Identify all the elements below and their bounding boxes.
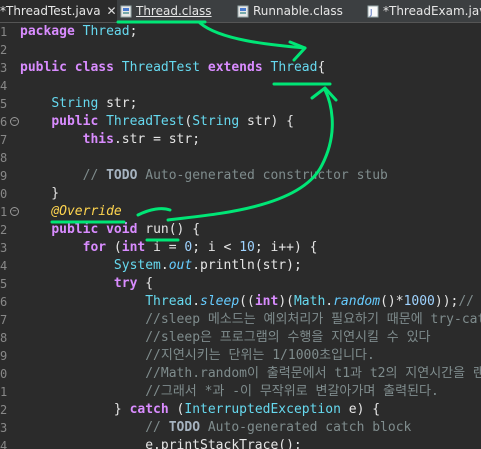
tab-threadtest-java[interactable]: *ThreadTest.java ✕ bbox=[0, 0, 117, 22]
code-line[interactable]: 2 bbox=[0, 41, 481, 59]
code-line[interactable]: 2 public void run() { bbox=[0, 221, 481, 239]
code-line[interactable]: 7 //sleep 메소드는 예외처리가 필요하기 때문에 try-catch문 bbox=[0, 311, 481, 329]
code-text: Thread.sleep((int)(Math.random()*1000));… bbox=[145, 294, 475, 309]
line-number: 2 bbox=[0, 223, 8, 237]
code-text: for (int i = 0; i < 10; i++) { bbox=[82, 240, 318, 255]
code-text: try { bbox=[113, 276, 154, 291]
line-number: 2 bbox=[0, 403, 8, 417]
tab-runnable-class[interactable]: Runnable.class bbox=[237, 0, 343, 22]
code-line[interactable]: 3 // TODO Auto-generated catch block bbox=[0, 419, 481, 437]
code-text: //sleep 메소드는 예외처리가 필요하기 때문에 try-catch문 bbox=[145, 312, 481, 327]
code-line[interactable]: 1− @Override bbox=[0, 203, 481, 221]
code-text: public void run() { bbox=[51, 222, 201, 237]
code-text: e.printStackTrace(); bbox=[20, 438, 302, 449]
line-number: 8 bbox=[0, 331, 8, 345]
class-file-icon bbox=[120, 5, 132, 18]
line-number: 0 bbox=[0, 187, 8, 201]
code-text: //sleep은 프로그램의 수행을 지연시킬 수 있다 bbox=[145, 330, 431, 345]
code-line[interactable]: 3 public class ThreadTest extends Thread{ bbox=[0, 59, 481, 77]
code-line[interactable]: 5 try { bbox=[0, 275, 481, 293]
fold-toggle-icon[interactable]: − bbox=[10, 117, 19, 126]
code-text: //지연시키는 단위는 1/1000초입니다. bbox=[145, 348, 375, 363]
code-editor[interactable]: 1 package Thread; 2 3 public class ThreadTes… bbox=[0, 23, 481, 449]
code-line[interactable]: 6− public ThreadTest(String str) { bbox=[0, 113, 481, 131]
line-number: 1 bbox=[0, 385, 8, 399]
fold-toggle-icon[interactable]: − bbox=[10, 207, 19, 216]
code-text: // TODO Auto-generated constructor stub bbox=[82, 168, 388, 183]
code-line[interactable]: 1 //그래서 *과 -이 무작위로 변갈아가며 출력된다. bbox=[0, 383, 481, 401]
code-line[interactable]: 4 e.printStackTrace(); bbox=[0, 437, 481, 449]
code-line[interactable]: 1 package Thread; bbox=[0, 23, 481, 41]
line-number: 6 bbox=[0, 295, 8, 309]
code-line[interactable]: 8 bbox=[0, 149, 481, 167]
line-number: 5 bbox=[0, 277, 8, 291]
code-text: System.out.println(str); bbox=[113, 258, 302, 273]
java-file-icon: J bbox=[367, 5, 379, 18]
tab-label: *ThreadTest.java bbox=[0, 4, 101, 18]
line-number: 8 bbox=[0, 151, 8, 165]
line-number: 9 bbox=[0, 169, 8, 183]
line-number: 5 bbox=[0, 97, 8, 111]
line-number: 2 bbox=[0, 43, 8, 57]
line-number: 3 bbox=[0, 61, 8, 75]
code-line[interactable]: 5 String str; bbox=[0, 95, 481, 113]
code-line[interactable]: 8 //sleep은 프로그램의 수행을 지연시킬 수 있다 bbox=[0, 329, 481, 347]
code-text: this.str = str; bbox=[82, 132, 201, 147]
code-line[interactable]: 4 bbox=[0, 77, 481, 95]
code-line[interactable]: 0 //Math.random이 출력문에서 t1과 t2의 지연시간을 랜덤하 bbox=[0, 365, 481, 383]
code-text: @Override bbox=[51, 204, 122, 219]
code-line[interactable]: 9 // TODO Auto-generated constructor stu… bbox=[0, 167, 481, 185]
close-tab-icon[interactable]: ✕ bbox=[107, 4, 117, 18]
code-line[interactable]: 9 //지연시키는 단위는 1/1000초입니다. bbox=[0, 347, 481, 365]
line-number: 9 bbox=[0, 349, 8, 363]
code-text: //그래서 *과 -이 무작위로 변갈아가며 출력된다. bbox=[145, 384, 439, 399]
code-line[interactable]: 0 } bbox=[0, 185, 481, 203]
line-number: 4 bbox=[0, 259, 8, 273]
code-line[interactable]: 7 this.str = str; bbox=[0, 131, 481, 149]
line-number: 0 bbox=[0, 367, 8, 381]
code-text: // TODO Auto-generated catch block bbox=[145, 420, 412, 435]
line-number: 4 bbox=[0, 79, 8, 93]
line-number: 1 bbox=[0, 25, 8, 39]
line-number: 7 bbox=[0, 313, 8, 327]
svg-text:J: J bbox=[369, 8, 372, 17]
code-line[interactable]: 6 Thread.sleep((int)(Math.random()*1000)… bbox=[0, 293, 481, 311]
code-text: //Math.random이 출력문에서 t1과 t2의 지연시간을 랜덤하 bbox=[145, 366, 481, 381]
tab-threadexam-java[interactable]: J *ThreadExam.java bbox=[367, 0, 481, 22]
code-line[interactable]: 3 for (int i = 0; i < 10; i++) { bbox=[0, 239, 481, 257]
line-number: 3 bbox=[0, 241, 8, 255]
tab-label: Runnable.class bbox=[253, 4, 343, 18]
tab-label: *ThreadExam.java bbox=[383, 4, 481, 18]
code-line[interactable]: 2 } catch (InterruptedException e) { bbox=[0, 401, 481, 419]
line-number: 4 bbox=[0, 439, 8, 449]
line-number: 3 bbox=[0, 421, 8, 435]
tab-label: Thread.class bbox=[136, 4, 212, 18]
code-text: } catch (InterruptedException e) { bbox=[20, 402, 381, 417]
code-text: String str; bbox=[51, 96, 138, 111]
line-number: 7 bbox=[0, 133, 8, 147]
code-text: package Thread; bbox=[20, 24, 138, 39]
code-text: public class ThreadTest extends Thread{ bbox=[20, 60, 326, 75]
tab-thread-class[interactable]: Thread.class bbox=[120, 0, 212, 22]
code-text: public ThreadTest(String str) { bbox=[51, 114, 294, 129]
code-text: } bbox=[20, 186, 60, 201]
editor-tab-bar: *ThreadTest.java ✕ Thread.class Runnable… bbox=[0, 0, 481, 23]
class-file-icon bbox=[237, 5, 249, 18]
code-line[interactable]: 4 System.out.println(str); bbox=[0, 257, 481, 275]
